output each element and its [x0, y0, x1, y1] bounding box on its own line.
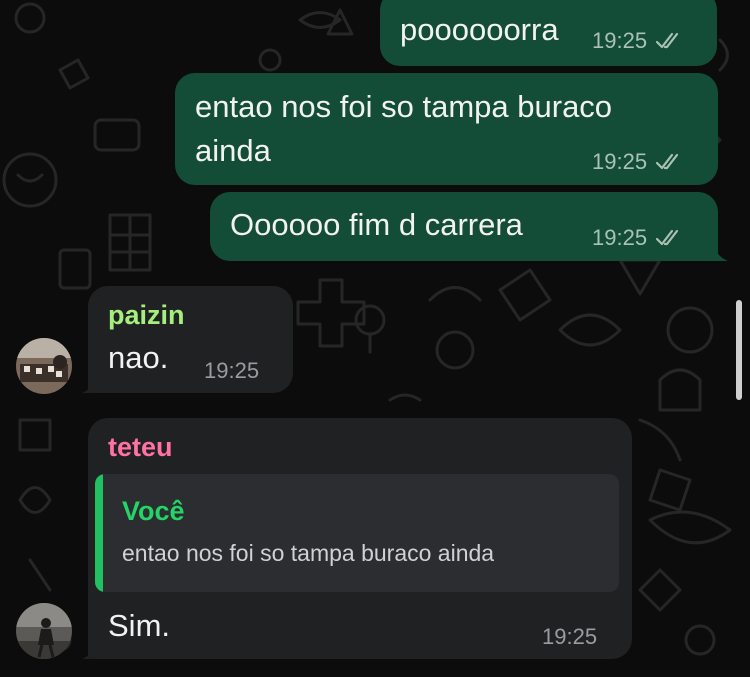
quote-accent-bar: [95, 474, 103, 592]
double-check-icon: [655, 229, 679, 246]
avatar-image: [16, 603, 72, 659]
message-time: 19:25: [592, 149, 648, 174]
message-meta: 19:25: [542, 624, 597, 650]
message-meta: 19:25: [592, 28, 685, 54]
quoted-reply[interactable]: Você entao nos foi so tampa buraco ainda: [95, 474, 619, 592]
message-text: Oooooo fim d carrera: [230, 207, 523, 242]
avatar-teteu[interactable]: [16, 603, 72, 659]
double-check-icon: [655, 153, 679, 170]
outgoing-message[interactable]: Oooooo fim d carrera 19:25: [210, 192, 718, 261]
message-text-line-1: entao nos foi so tampa buraco: [195, 89, 613, 124]
outgoing-message[interactable]: poooooorra 19:25: [380, 0, 717, 66]
chat-view: poooooorra 19:25 entao nos foi so tampa …: [0, 0, 750, 677]
message-text-line-2: ainda: [195, 133, 271, 168]
message-time: 19:25: [592, 28, 648, 53]
avatar-image: [16, 338, 72, 394]
avatar-paizin[interactable]: [16, 338, 72, 394]
message-time: 19:25: [592, 225, 648, 250]
message-text: nao.: [108, 340, 169, 375]
message-meta: 19:25: [592, 225, 685, 251]
sender-name[interactable]: paizin: [108, 300, 185, 331]
chat-scrollbar[interactable]: [736, 300, 742, 400]
quote-text: entao nos foi so tampa buraco ainda: [122, 540, 495, 566]
incoming-message[interactable]: teteu Você entao nos foi so tampa buraco…: [88, 418, 632, 659]
bubble-tail: [714, 247, 728, 261]
double-check-icon: [655, 32, 679, 49]
sender-name[interactable]: teteu: [108, 432, 173, 463]
message-time: 19:25: [204, 358, 260, 383]
message-text: Sim.: [108, 608, 170, 643]
message-text: poooooorra: [400, 12, 559, 47]
quote-author: Você: [122, 496, 185, 526]
message-meta: 19:25: [204, 358, 259, 384]
outgoing-message[interactable]: entao nos foi so tampa buraco ainda 19:2…: [175, 73, 718, 185]
incoming-message[interactable]: paizin nao. 19:25: [88, 286, 293, 393]
message-time: 19:25: [542, 624, 598, 649]
message-meta: 19:25: [592, 149, 685, 175]
